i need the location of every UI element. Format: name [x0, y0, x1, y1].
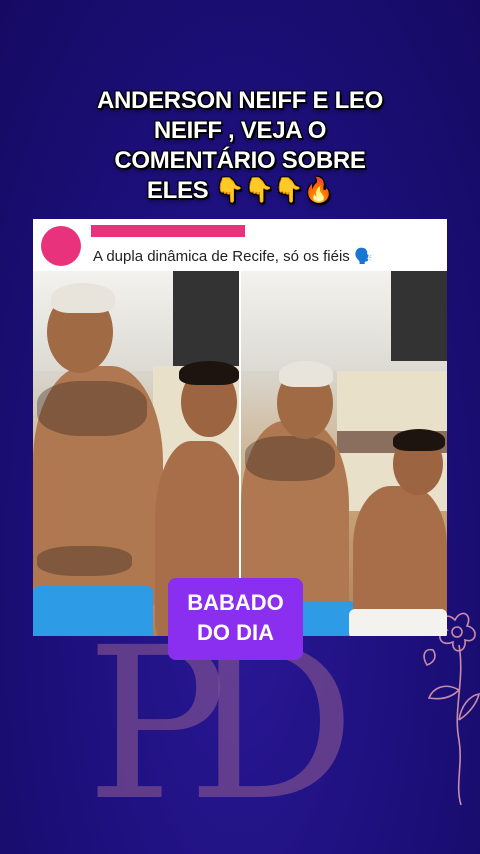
tattoo-chest: [37, 381, 147, 436]
headline-title: ANDERSON NEIFF E LEO NEIFF , VEJA O COME…: [40, 86, 440, 206]
hair-blond: [279, 361, 333, 387]
photo-beam: [173, 271, 239, 366]
tattoo-chest: [245, 436, 335, 481]
badge-line-2: DO DIA: [197, 620, 274, 645]
comment-post-card: A dupla dinâmica de Recife, só os fiéis …: [33, 219, 447, 636]
shorts-blue: [33, 586, 153, 636]
comment-header: A dupla dinâmica de Recife, só os fiéis …: [33, 219, 447, 271]
hair-blond: [51, 283, 115, 313]
headline-line-2: NEIFF , VEJA O: [153, 117, 327, 144]
username-redacted-bar: [91, 225, 245, 237]
shorts-blue: [297, 601, 357, 636]
avatar: [41, 226, 81, 266]
photo-beam: [391, 271, 447, 361]
comment-text: A dupla dinâmica de Recife, só os fiéis …: [93, 248, 373, 265]
headline-line-4: ELES 👇👇👇🔥: [146, 177, 334, 204]
headline-line-1: ANDERSON NEIFF E LEO: [96, 87, 384, 114]
tattoo-belly: [37, 546, 132, 576]
hair-dark: [393, 429, 445, 451]
hair-dark: [179, 361, 239, 385]
shorts-white: [349, 609, 447, 636]
babado-do-dia-badge: BABADO DO DIA: [168, 578, 303, 660]
headline-line-3: COMENTÁRIO SOBRE: [114, 147, 366, 174]
badge-line-1: BABADO: [187, 590, 284, 615]
